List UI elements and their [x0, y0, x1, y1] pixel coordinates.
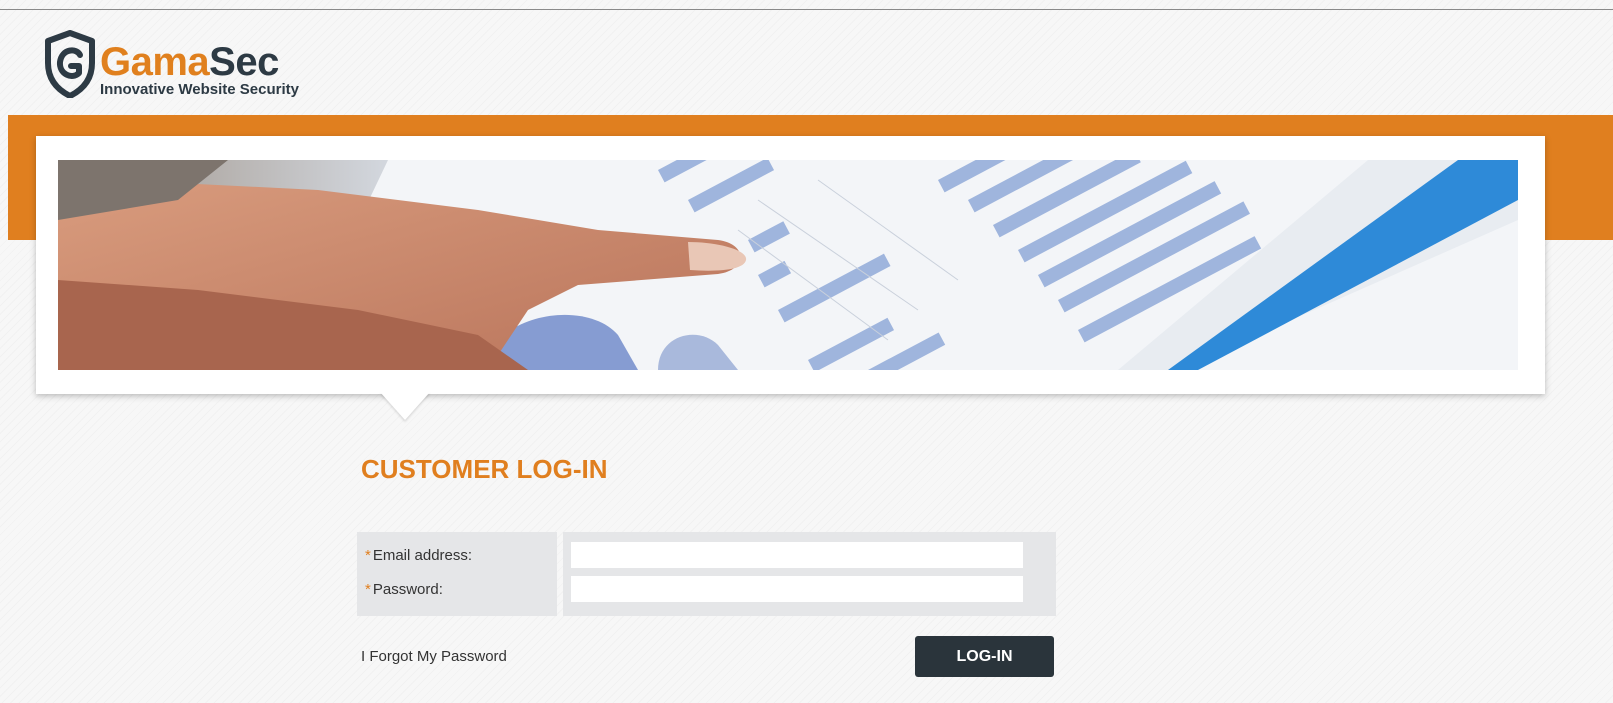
logo-wordmark-sec: Sec: [209, 40, 279, 84]
logo-wordmark: GamaSec: [100, 42, 279, 82]
top-divider: [0, 9, 1613, 10]
password-label: * Password:: [365, 581, 443, 598]
password-label-text: Password:: [372, 581, 443, 598]
email-label-text: Email address:: [372, 547, 473, 564]
logo-tagline: Innovative Website Security: [100, 81, 299, 98]
banner-image: [58, 160, 1518, 370]
forgot-password-link[interactable]: I Forgot My Password: [361, 648, 507, 665]
required-marker: *: [365, 547, 371, 564]
shield-g-icon: [45, 30, 95, 98]
email-label: * Email address:: [365, 547, 472, 564]
login-fields-panel: [563, 532, 1056, 616]
required-marker: *: [365, 581, 371, 598]
email-field[interactable]: [571, 542, 1023, 568]
banner-illustration: [58, 160, 1518, 370]
page-title: CUSTOMER LOG-IN: [361, 454, 608, 484]
banner-pointer: [380, 392, 430, 420]
login-button[interactable]: LOG-IN: [915, 636, 1054, 677]
login-labels-panel: * Email address: * Password:: [357, 532, 557, 616]
password-field[interactable]: [571, 576, 1023, 602]
gamasec-logo[interactable]: GamaSec Innovative Website Security: [42, 30, 332, 102]
logo-wordmark-gama: Gama: [100, 40, 210, 84]
